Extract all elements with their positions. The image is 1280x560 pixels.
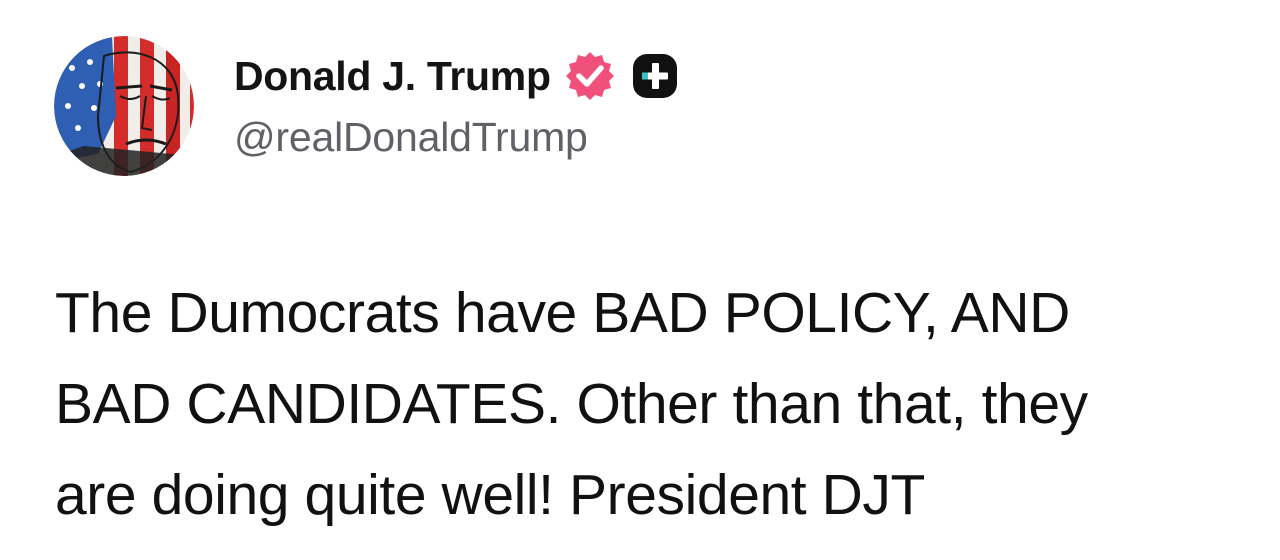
author-avatar[interactable] [54, 36, 194, 176]
plus-badge-icon [631, 52, 679, 100]
avatar-flag-portrait-icon [54, 36, 194, 176]
author-display-name[interactable]: Donald J. Trump [234, 53, 551, 100]
post-text: The Dumocrats have BAD POLICY, AND BAD C… [55, 268, 1255, 541]
post-text-line: BAD CANDIDATES. Other than that, they [55, 372, 1088, 436]
verified-check-icon [563, 49, 617, 103]
post-card: Donald J. Trump @realDonaldTrump The Dum… [0, 0, 1280, 560]
author-name-row: Donald J. Trump [234, 48, 679, 104]
post-text-line: The Dumocrats have BAD POLICY, AND [55, 281, 1070, 345]
post-text-line: are doing quite well! President DJT [55, 463, 925, 527]
author-header: Donald J. Trump @realDonaldTrump [234, 48, 679, 161]
author-handle[interactable]: @realDonaldTrump [234, 114, 679, 161]
